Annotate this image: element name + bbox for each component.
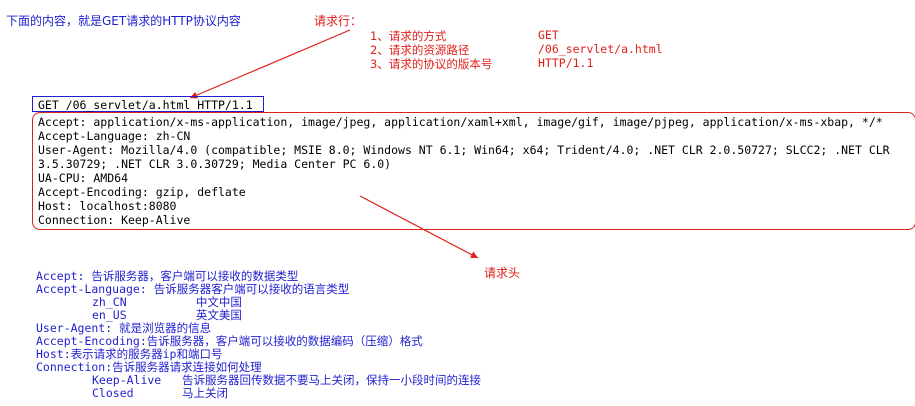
explanation-line: Closed 马上关闭 xyxy=(92,386,229,400)
request-header-label: 请求头 xyxy=(484,266,521,280)
header-line: Accept: application/x-ms-application, im… xyxy=(38,115,883,129)
header-line: 3.5.30729; .NET CLR 3.0.30729; Media Cen… xyxy=(38,157,392,171)
header-line: User-Agent: Mozilla/4.0 (compatible; MSI… xyxy=(38,143,890,157)
header-line: Accept-Encoding: gzip, deflate xyxy=(38,185,246,199)
header-line: Connection: Keep-Alive xyxy=(38,213,191,227)
header-line: Accept-Language: zh-CN xyxy=(38,129,191,143)
request-line-text: GET /06_servlet/a.html HTTP/1.1 xyxy=(38,98,253,112)
header-line: Host: localhost:8080 xyxy=(38,199,177,213)
request-line-arrow xyxy=(189,29,351,99)
header-line: UA-CPU: AMD64 xyxy=(38,171,129,185)
